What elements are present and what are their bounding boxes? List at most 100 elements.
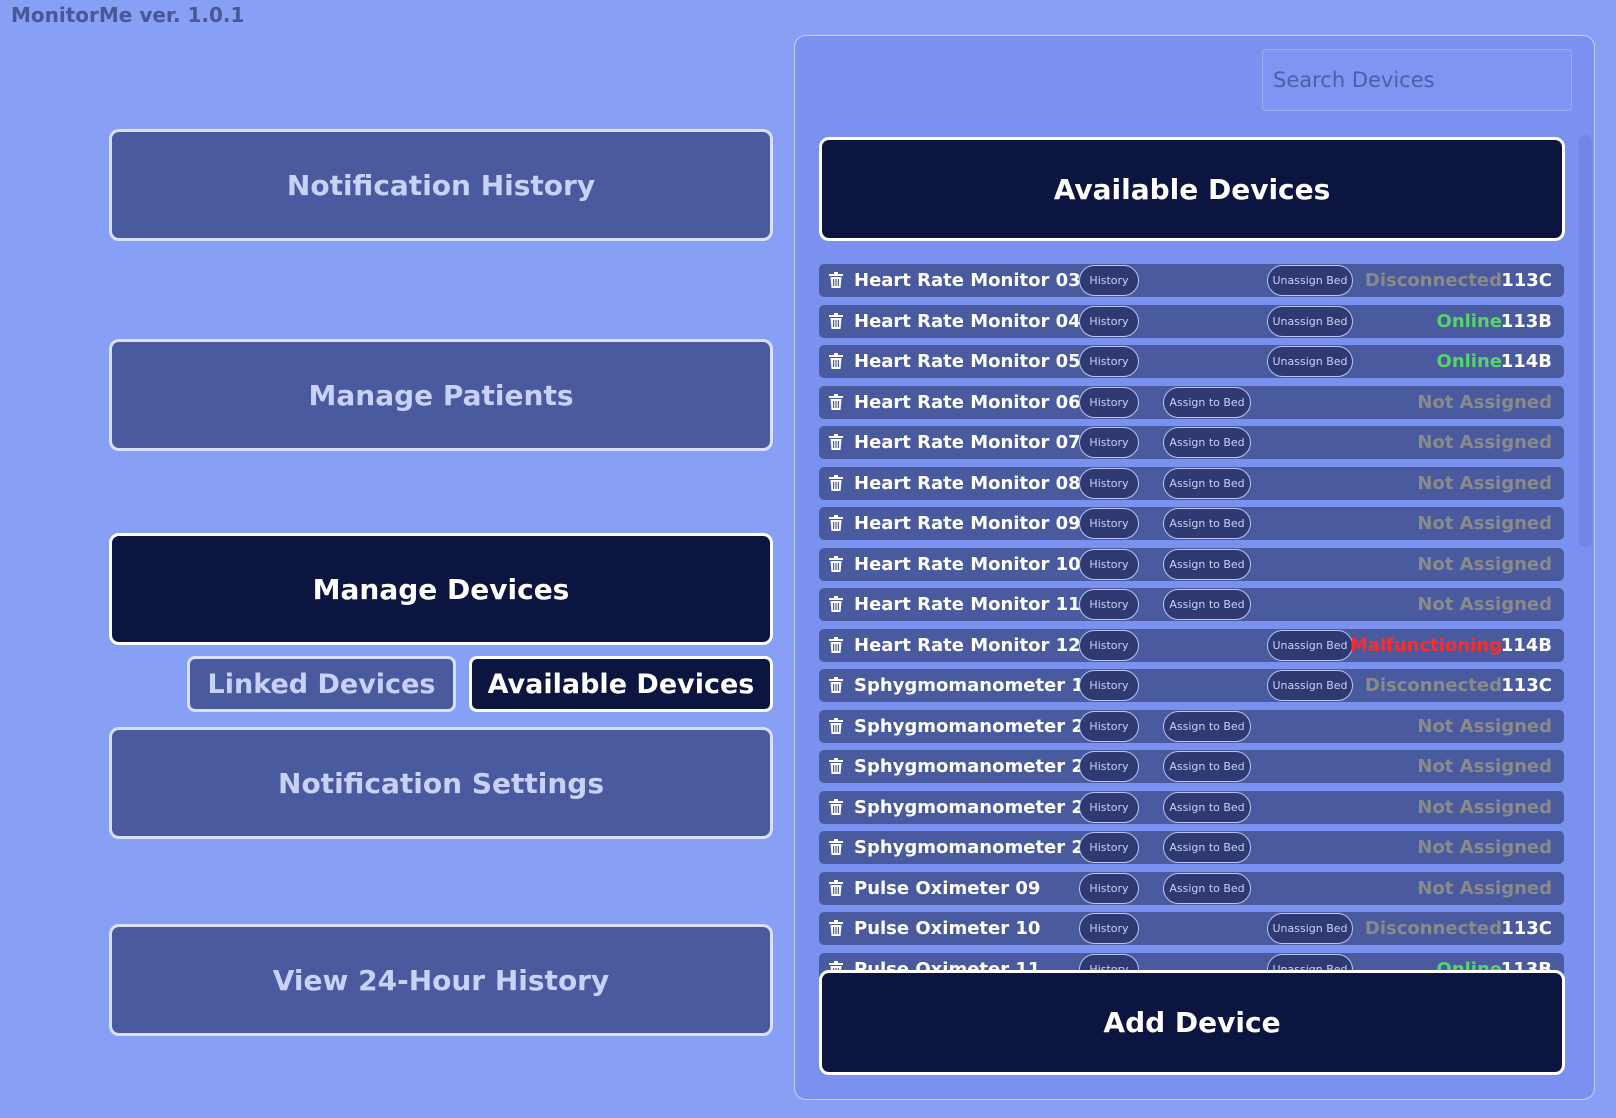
device-row: Sphygmomanometer 19 History Unassign Bed Di…: [819, 669, 1564, 702]
unassign-bed-button[interactable]: Unassign Bed: [1267, 670, 1353, 701]
linked-devices-tab[interactable]: Linked Devices: [187, 656, 456, 712]
add-device-button[interactable]: Add Device: [819, 970, 1565, 1075]
device-status: Not Assigned: [1417, 796, 1552, 818]
assign-to-bed-button[interactable]: Assign to Bed: [1163, 832, 1251, 863]
bed-label: 113B: [1500, 310, 1552, 332]
history-button[interactable]: History: [1079, 791, 1139, 823]
search-devices-input[interactable]: [1262, 49, 1572, 111]
bed-label: 114B: [1500, 634, 1552, 656]
unassign-bed-button[interactable]: Unassign Bed: [1267, 305, 1353, 337]
assign-to-bed-button[interactable]: Assign to Bed: [1163, 872, 1251, 904]
device-row: Heart Rate Monitor 04 History Unassign Bed…: [819, 304, 1564, 338]
device-row: Heart Rate Monitor 11 History Assign to Be…: [819, 588, 1564, 621]
device-status: Online: [1436, 310, 1502, 332]
device-row: Heart Rate Monitor 10 History Assign to Be…: [819, 547, 1564, 581]
device-row: Sphygmomanometer 22 History Assign to Bed N…: [819, 790, 1564, 824]
device-row: Sphygmomanometer 23 History Assign to Bed N…: [819, 831, 1564, 864]
manage-patients-button[interactable]: Manage Patients: [109, 339, 773, 451]
trash-icon[interactable]: [829, 434, 843, 450]
device-row: Heart Rate Monitor 06 History Assign to Be…: [819, 385, 1564, 419]
device-status: Disconnected: [1364, 675, 1502, 696]
device-status: Not Assigned: [1417, 553, 1552, 575]
device-row: Heart Rate Monitor 09 History Assign to Be…: [819, 507, 1564, 540]
device-status: Not Assigned: [1417, 391, 1552, 413]
history-button[interactable]: History: [1079, 305, 1139, 337]
device-name: Heart Rate Monitor 03: [854, 270, 1081, 291]
history-button[interactable]: History: [1079, 710, 1139, 742]
trash-icon[interactable]: [829, 312, 843, 329]
assign-to-bed-button[interactable]: Assign to Bed: [1163, 427, 1251, 458]
notification-settings-button[interactable]: Notification Settings: [109, 727, 773, 839]
view-24-hour-history-button[interactable]: View 24-Hour History: [109, 924, 773, 1036]
unassign-bed-button[interactable]: Unassign Bed: [1267, 913, 1353, 944]
available-devices-tab[interactable]: Available Devices: [469, 656, 773, 712]
trash-icon[interactable]: [829, 920, 843, 936]
device-row: Heart Rate Monitor 03 History Unassign Bed…: [819, 264, 1564, 297]
assign-to-bed-button[interactable]: Assign to Bed: [1163, 751, 1251, 782]
history-button[interactable]: History: [1079, 589, 1139, 620]
manage-devices-button[interactable]: Manage Devices: [109, 533, 773, 645]
device-name: Pulse Oximeter 10: [854, 918, 1041, 939]
device-row: Pulse Oximeter 10 History Unassign Bed Disc…: [819, 912, 1564, 945]
trash-icon[interactable]: [829, 272, 843, 288]
device-name: Sphygmomanometer 21: [854, 756, 1097, 777]
trash-icon[interactable]: [829, 758, 843, 774]
device-row: Sphygmomanometer 21 History Assign to Bed N…: [819, 750, 1564, 783]
device-name: Sphygmomanometer 19: [854, 675, 1097, 696]
unassign-bed-button[interactable]: Unassign Bed: [1267, 265, 1353, 296]
device-status: Malfunctioning: [1349, 634, 1502, 656]
bed-label: 113C: [1501, 675, 1552, 696]
assign-to-bed-button[interactable]: Assign to Bed: [1163, 589, 1251, 620]
notification-history-button[interactable]: Notification History: [109, 129, 773, 241]
device-name: Heart Rate Monitor 07: [854, 432, 1081, 453]
trash-icon[interactable]: [829, 798, 843, 815]
trash-icon[interactable]: [829, 393, 843, 410]
device-row: Heart Rate Monitor 05 History Unassign Bed…: [819, 345, 1564, 378]
history-button[interactable]: History: [1079, 670, 1139, 701]
history-button[interactable]: History: [1079, 427, 1139, 458]
trash-icon[interactable]: [829, 839, 843, 855]
assign-to-bed-button[interactable]: Assign to Bed: [1163, 508, 1251, 539]
device-name: Pulse Oximeter 09: [854, 877, 1041, 899]
device-status: Disconnected: [1364, 270, 1502, 291]
assign-to-bed-button[interactable]: Assign to Bed: [1163, 467, 1251, 499]
assign-to-bed-button[interactable]: Assign to Bed: [1163, 386, 1251, 418]
history-button[interactable]: History: [1079, 872, 1139, 904]
device-status: Online: [1436, 351, 1502, 372]
bed-label: 113C: [1501, 270, 1552, 291]
history-button[interactable]: History: [1079, 508, 1139, 539]
trash-icon[interactable]: [829, 717, 843, 734]
trash-icon[interactable]: [829, 353, 843, 369]
history-button[interactable]: History: [1079, 386, 1139, 418]
unassign-bed-button[interactable]: Unassign Bed: [1267, 346, 1353, 377]
history-button[interactable]: History: [1079, 751, 1139, 782]
trash-icon[interactable]: [829, 474, 843, 491]
trash-icon[interactable]: [829, 879, 843, 896]
assign-to-bed-button[interactable]: Assign to Bed: [1163, 710, 1251, 742]
history-button[interactable]: History: [1079, 832, 1139, 863]
device-list[interactable]: Heart Rate Monitor 03 History Unassign Bed…: [819, 264, 1565, 1004]
trash-icon[interactable]: [829, 636, 843, 653]
history-button[interactable]: History: [1079, 467, 1139, 499]
unassign-bed-button[interactable]: Unassign Bed: [1267, 629, 1353, 661]
device-status: Not Assigned: [1417, 877, 1552, 899]
trash-icon[interactable]: [829, 677, 843, 693]
device-list-scrollbar[interactable]: [1579, 135, 1592, 547]
history-button[interactable]: History: [1079, 346, 1139, 377]
assign-to-bed-button[interactable]: Assign to Bed: [1163, 548, 1251, 580]
assign-to-bed-button[interactable]: Assign to Bed: [1163, 791, 1251, 823]
history-button[interactable]: History: [1079, 629, 1139, 661]
device-name: Heart Rate Monitor 10: [854, 553, 1081, 575]
device-name: Heart Rate Monitor 05: [854, 351, 1081, 372]
device-status: Not Assigned: [1417, 715, 1552, 737]
trash-icon[interactable]: [829, 555, 843, 572]
device-status: Not Assigned: [1417, 472, 1552, 494]
trash-icon[interactable]: [829, 515, 843, 531]
device-row: Sphygmomanometer 20 History Assign to Bed N…: [819, 709, 1564, 743]
devices-panel: Available Devices Heart Rate Monitor 03H…: [794, 35, 1595, 1100]
device-name: Heart Rate Monitor 06: [854, 391, 1081, 413]
trash-icon[interactable]: [829, 596, 843, 612]
history-button[interactable]: History: [1079, 913, 1139, 944]
history-button[interactable]: History: [1079, 548, 1139, 580]
history-button[interactable]: History: [1079, 265, 1139, 296]
